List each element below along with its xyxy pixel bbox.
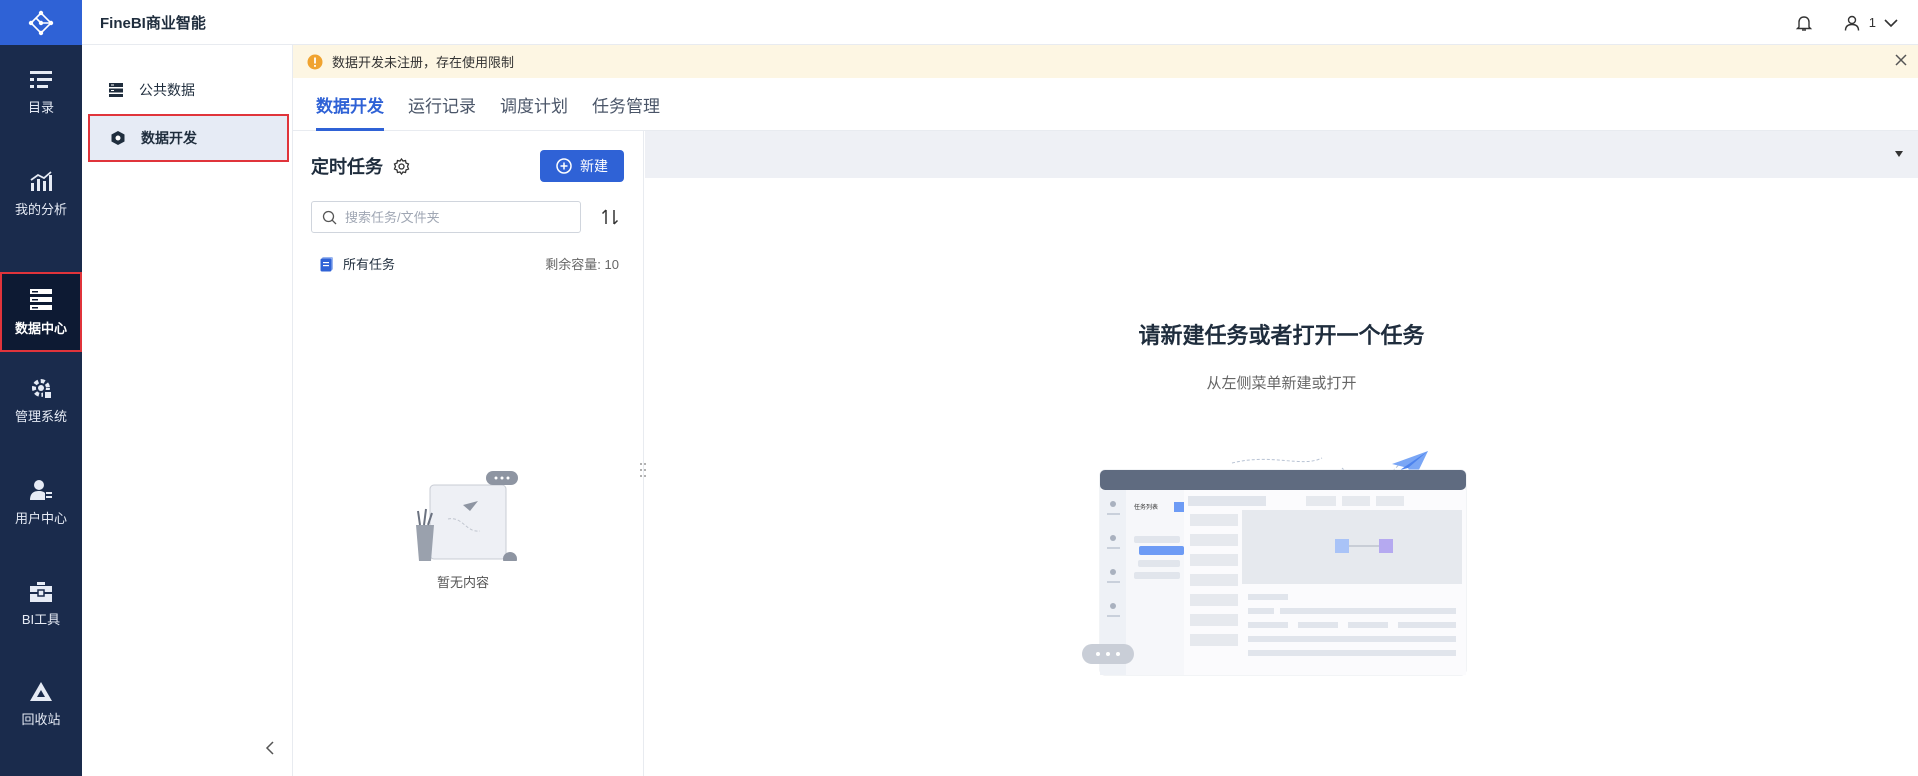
recycle-icon bbox=[30, 681, 52, 701]
logo-icon bbox=[28, 10, 54, 35]
tab-data-dev[interactable]: 数据开发 bbox=[316, 78, 384, 131]
public-data-icon bbox=[109, 83, 123, 97]
all-tasks-label: 所有任务 bbox=[343, 257, 396, 272]
warning-banner: 数据开发未注册，存在使用限制 bbox=[293, 45, 1918, 78]
sort-icon[interactable] bbox=[600, 207, 620, 227]
workspace-empty-title: 请新建任务或者打开一个任务 bbox=[1138, 323, 1425, 348]
tab-schedule-plan[interactable]: 调度计划 bbox=[500, 78, 568, 131]
chevron-down-icon bbox=[1884, 18, 1898, 27]
app-root: 目录 我的分析 数据中心 管理系统 用户中心 BI工具 回收站 FineBI商业… bbox=[0, 0, 1918, 776]
search-icon bbox=[322, 210, 337, 224]
rail-item-label: 数据中心 bbox=[14, 320, 67, 336]
remaining-capacity: 剩余容量: 10 bbox=[545, 254, 619, 273]
task-search bbox=[311, 201, 581, 233]
chevron-left-icon bbox=[265, 741, 274, 755]
gear-icon[interactable] bbox=[393, 157, 410, 175]
workspace-empty-subtitle: 从左侧菜单新建或打开 bbox=[1206, 375, 1357, 392]
app-logo[interactable] bbox=[0, 0, 82, 45]
rail-item-my-analysis[interactable]: 我的分析 bbox=[0, 154, 82, 234]
rail-item-recycle-bin[interactable]: 回收站 bbox=[0, 664, 82, 744]
workspace-illustration: 任务列表 bbox=[1082, 451, 1467, 676]
resize-handle-icon[interactable] bbox=[638, 460, 648, 480]
user-menu[interactable]: 1 bbox=[1843, 14, 1898, 32]
all-tasks-row[interactable]: 所有任务 剩余容量: 10 bbox=[319, 254, 619, 273]
warning-icon bbox=[307, 54, 323, 69]
rail-item-label: BI工具 bbox=[21, 611, 61, 627]
primary-nav: 目录 我的分析 数据中心 管理系统 用户中心 BI工具 回收站 bbox=[0, 0, 82, 776]
rail-item-label: 我的分析 bbox=[14, 201, 67, 217]
rail-item-management[interactable]: 管理系统 bbox=[0, 360, 82, 440]
empty-state: 暂无内容 bbox=[403, 471, 523, 591]
toolbox-icon bbox=[30, 581, 52, 602]
rail-item-user-center[interactable]: 用户中心 bbox=[0, 462, 82, 542]
user-icon bbox=[1844, 15, 1859, 31]
task-panel: 定时任务 新建 所有任务 剩余容量: 10 bbox=[293, 131, 644, 776]
data-dev-icon bbox=[111, 131, 125, 145]
empty-illustration bbox=[416, 471, 518, 566]
new-task-button[interactable]: 新建 bbox=[540, 150, 624, 182]
svg-text:任务列表: 任务列表 bbox=[1134, 503, 1158, 511]
rail-item-label: 用户中心 bbox=[14, 510, 67, 526]
caret-down-icon[interactable] bbox=[1894, 150, 1904, 158]
app-title: FineBI商业智能 bbox=[100, 14, 206, 32]
task-folder-icon bbox=[320, 256, 333, 271]
catalog-icon bbox=[30, 70, 52, 88]
rail-item-label: 目录 bbox=[27, 99, 54, 115]
header-actions: 1 bbox=[1795, 0, 1898, 45]
tab-task-management[interactable]: 任务管理 bbox=[592, 78, 660, 131]
rail-item-data-center[interactable]: 数据中心 bbox=[0, 272, 82, 352]
plus-circle-icon bbox=[556, 158, 572, 174]
search-input[interactable] bbox=[345, 209, 565, 225]
user-center-icon bbox=[30, 479, 52, 500]
sidebar-item-data-dev[interactable]: 数据开发 bbox=[88, 114, 289, 162]
secondary-sidebar: 公共数据 数据开发 bbox=[82, 45, 293, 776]
sidebar-item-label: 数据开发 bbox=[141, 130, 197, 146]
bell-icon[interactable] bbox=[1795, 14, 1813, 32]
panel-title: 定时任务 bbox=[311, 153, 410, 179]
banner-text: 数据开发未注册，存在使用限制 bbox=[332, 55, 515, 70]
collapse-sidebar-button[interactable] bbox=[260, 738, 280, 758]
top-header: FineBI商业智能 1 bbox=[82, 0, 1918, 45]
data-center-icon bbox=[30, 288, 52, 310]
workspace-tab-strip bbox=[645, 131, 1918, 178]
rail-item-label: 回收站 bbox=[21, 711, 61, 727]
capacity-value: 10 bbox=[604, 257, 619, 272]
close-icon[interactable] bbox=[1894, 53, 1908, 67]
sidebar-item-label: 公共数据 bbox=[139, 82, 195, 98]
user-name: 1 bbox=[1868, 15, 1876, 30]
rail-item-label: 管理系统 bbox=[14, 408, 67, 424]
capacity-label: 剩余容量: bbox=[545, 257, 601, 272]
rail-item-catalog[interactable]: 目录 bbox=[0, 52, 82, 132]
empty-text: 暂无内容 bbox=[436, 575, 489, 590]
new-task-label: 新建 bbox=[580, 158, 608, 174]
tab-run-records[interactable]: 运行记录 bbox=[408, 78, 476, 131]
tab-bar: 数据开发 运行记录 调度计划 任务管理 bbox=[293, 78, 1918, 131]
panel-title-text: 定时任务 bbox=[311, 157, 383, 177]
management-icon bbox=[32, 378, 52, 399]
analysis-icon bbox=[30, 170, 52, 191]
sidebar-item-public-data[interactable]: 公共数据 bbox=[88, 66, 289, 114]
rail-item-bi-tools[interactable]: BI工具 bbox=[0, 564, 82, 644]
